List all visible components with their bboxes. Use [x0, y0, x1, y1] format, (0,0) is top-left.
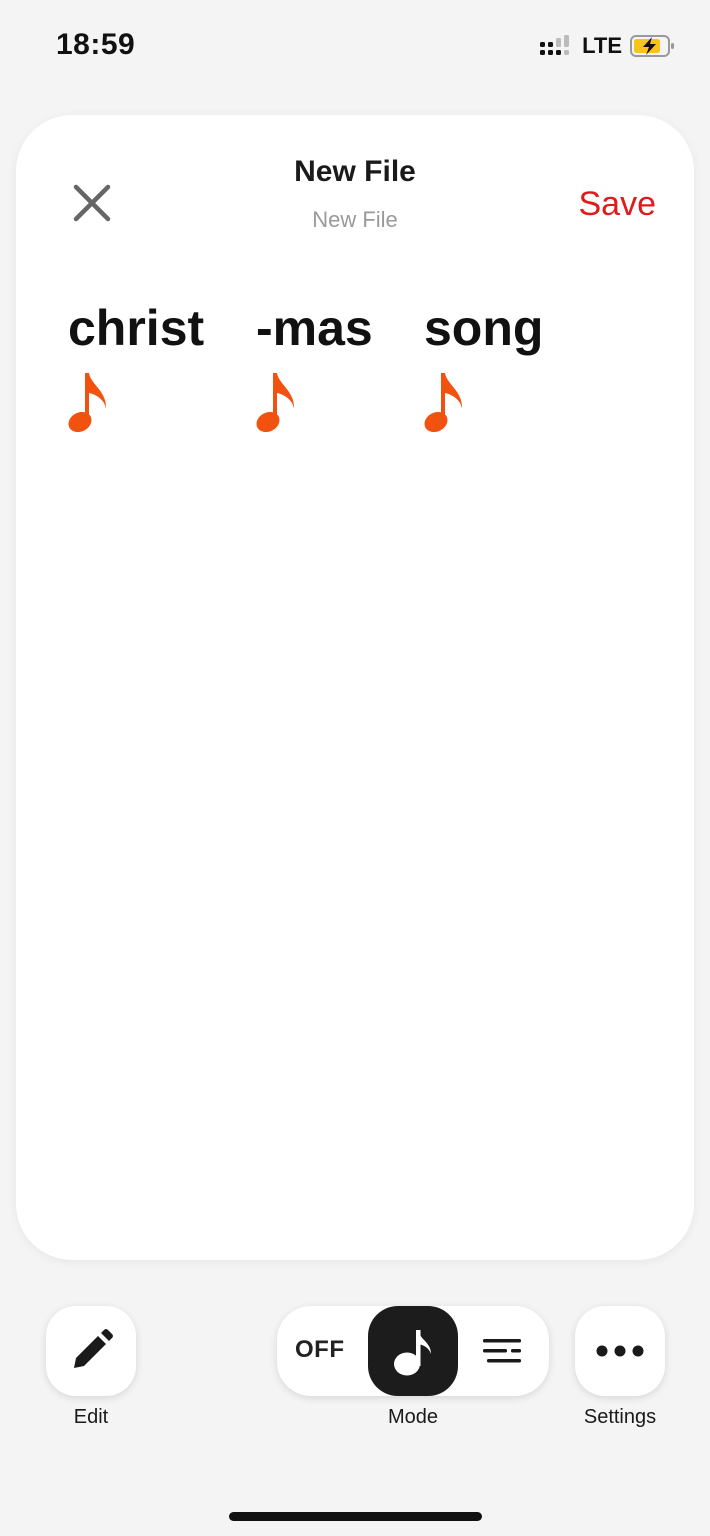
mode-selector: OFF [277, 1306, 549, 1396]
edit-button[interactable] [46, 1306, 136, 1396]
home-indicator[interactable] [229, 1512, 482, 1521]
lyric-item[interactable]: song [424, 300, 544, 433]
settings-label: Settings [583, 1406, 657, 1428]
pencil-icon [74, 1329, 113, 1368]
music-note-icon [394, 1330, 431, 1376]
battery-charging-icon [630, 35, 674, 57]
lines-icon[interactable] [481, 1333, 525, 1369]
status-time: 18:59 [56, 28, 136, 61]
lyric-word: christ [68, 300, 205, 356]
screen: 18:59 LTE New File New File Save christ … [0, 0, 710, 1536]
editor-card: New File New File Save christ -mas song [16, 115, 694, 1260]
mode-label: Mode [387, 1406, 439, 1428]
eighth-note-icon [68, 373, 107, 433]
lyric-item[interactable]: christ [68, 300, 205, 433]
edit-label: Edit [73, 1406, 109, 1428]
mode-note-option[interactable] [368, 1306, 458, 1396]
status-indicators: LTE [540, 32, 676, 60]
save-button[interactable]: Save [579, 185, 657, 224]
document-title: New File [294, 155, 416, 188]
more-dots-icon [596, 1345, 644, 1357]
network-type: LTE [582, 33, 622, 58]
lyric-item[interactable]: -mas [256, 300, 373, 433]
eighth-note-icon [424, 373, 463, 433]
settings-button[interactable] [575, 1306, 665, 1396]
status-bar: 18:59 LTE [0, 0, 710, 90]
eighth-note-icon [256, 373, 295, 433]
mode-off-option[interactable]: OFF [295, 1336, 345, 1364]
cellular-signal-icon [540, 35, 570, 55]
lyric-word: -mas [256, 300, 373, 356]
lyric-word: song [424, 300, 544, 356]
